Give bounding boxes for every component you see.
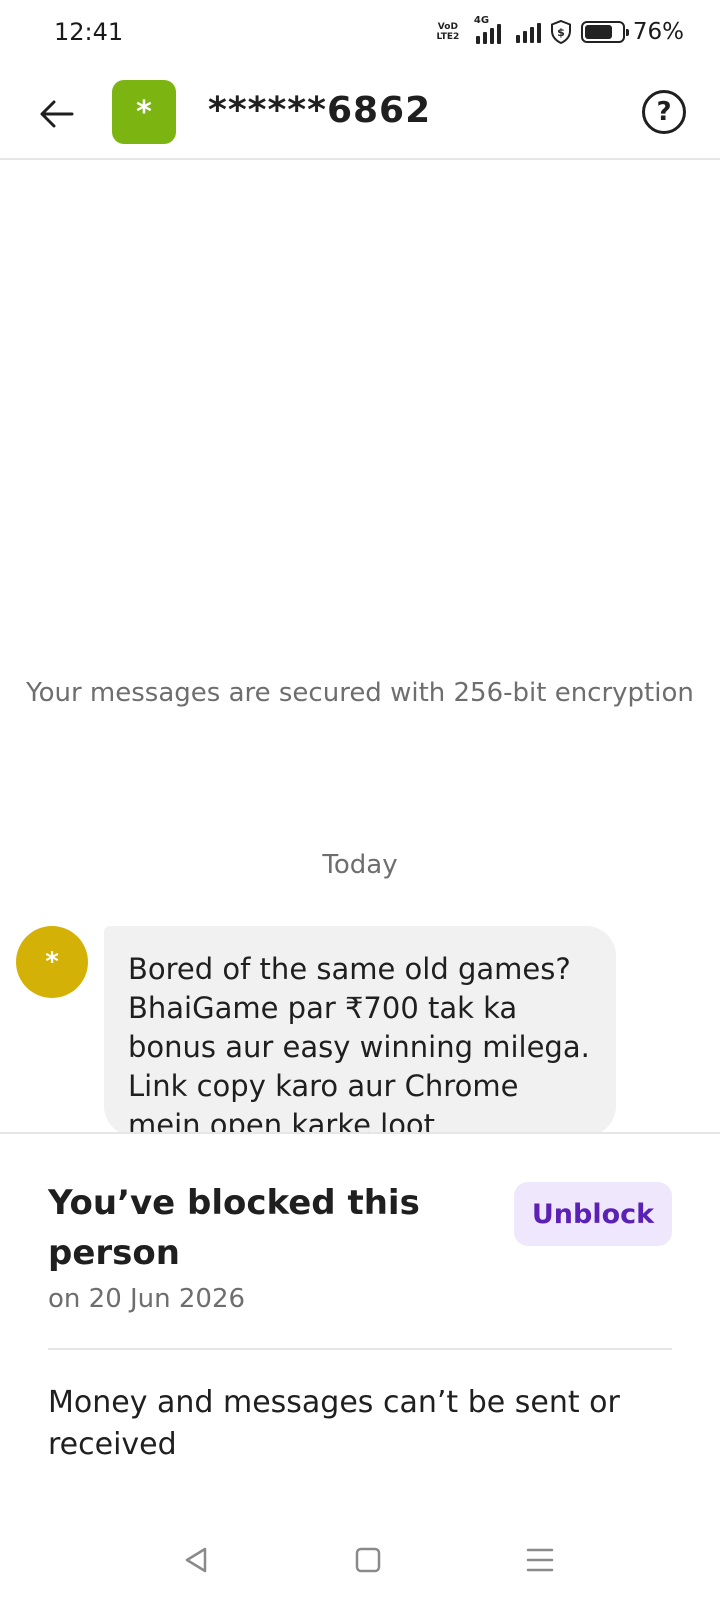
status-time: 12:41 [54, 18, 124, 46]
recents-menu-icon [526, 1548, 554, 1572]
blocked-info-text: Money and messages can’t be sent or rece… [48, 1385, 620, 1462]
battery-icon [580, 21, 629, 43]
4g-signal-icon: 4G [468, 15, 508, 46]
message-bubble[interactable]: Bored of the same old games? BhaiGame pa… [104, 926, 616, 1136]
encryption-note: Your messages are secured with 256-bit e… [26, 678, 694, 708]
shield-dollar-icon: $ [550, 19, 571, 45]
svg-text:$: $ [557, 26, 565, 39]
question-mark-icon: ? [656, 97, 672, 127]
blocked-date: on 20 Jun 2026 [48, 1284, 246, 1314]
help-button[interactable]: ? [642, 90, 686, 134]
nav-home-button[interactable] [346, 1538, 390, 1582]
message-text: Bored of the same old games? BhaiGame pa… [128, 952, 590, 1136]
sender-avatar[interactable]: * [16, 926, 88, 998]
battery-percent: 76% [632, 19, 684, 45]
contact-avatar[interactable]: * [112, 80, 176, 144]
signal-strength-icon [515, 21, 541, 43]
battery-fill [584, 25, 613, 39]
back-button[interactable] [30, 88, 82, 140]
contact-name[interactable]: ******6862 [208, 90, 431, 131]
nav-recents-button[interactable] [518, 1538, 562, 1582]
date-separator: Today [322, 850, 398, 880]
volte-icon: VoD LTE2 [436, 22, 460, 42]
status-bar: 12:41 VoD LTE2 4G $ 76% [0, 0, 720, 64]
blocked-panel: You’ve blocked this person on 20 Jun 202… [0, 1132, 720, 1520]
unblock-button[interactable]: Unblock [514, 1182, 672, 1246]
back-triangle-icon [185, 1547, 207, 1573]
blocked-title: You’ve blocked this person [48, 1183, 420, 1273]
status-icons: VoD LTE2 4G $ 76% [436, 15, 684, 48]
home-square-icon [355, 1547, 381, 1573]
arrow-left-icon [40, 100, 74, 128]
nav-back-button[interactable] [174, 1538, 218, 1582]
system-nav-bar [0, 1520, 720, 1600]
divider [48, 1348, 672, 1350]
chat-header: * ******6862 ? [0, 64, 720, 160]
